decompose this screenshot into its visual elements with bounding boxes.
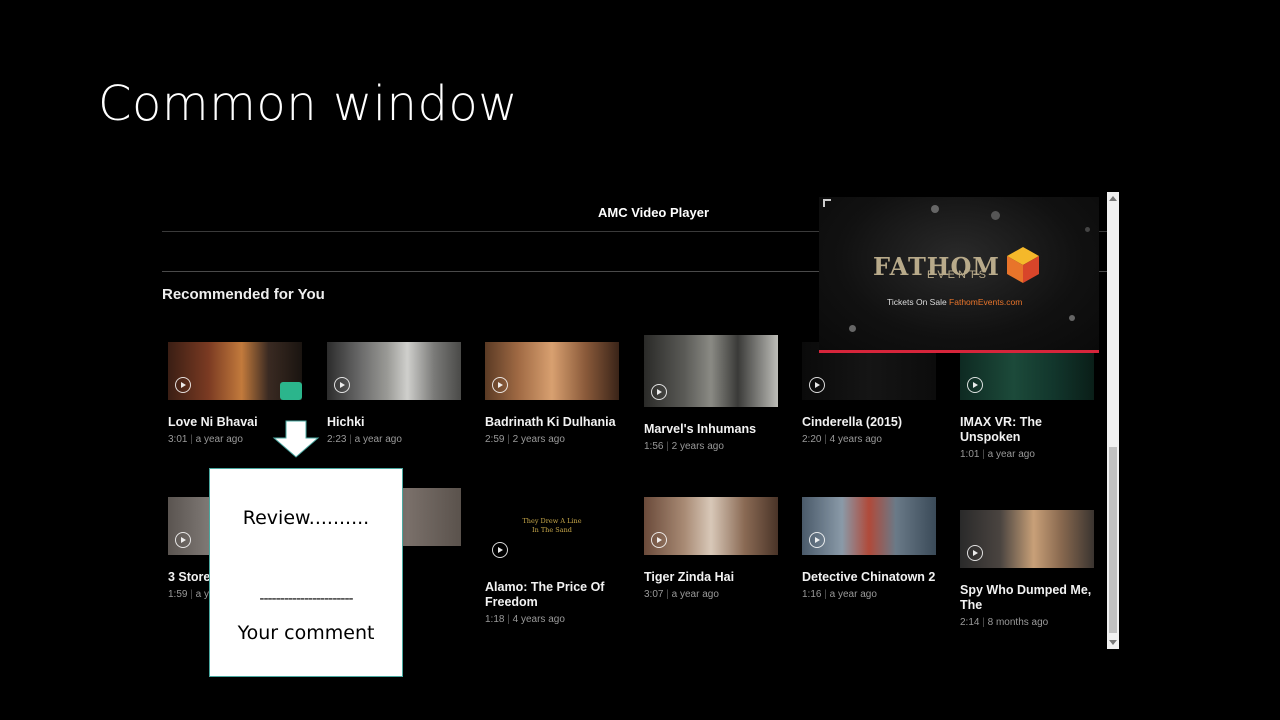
scroll-down-arrow-icon[interactable] (1109, 640, 1117, 645)
video-thumbnail[interactable] (327, 342, 461, 400)
vertical-scrollbar[interactable] (1107, 192, 1119, 649)
play-icon[interactable] (651, 532, 667, 548)
video-card[interactable]: Marvel's Inhumans 1:56 | 2 years ago (644, 335, 780, 452)
video-meta: 2:59 | 2 years ago (485, 434, 565, 445)
video-duration: 1:59 (168, 589, 188, 600)
scroll-up-arrow-icon[interactable] (1109, 196, 1117, 201)
video-thumbnail[interactable] (485, 342, 619, 400)
review-panel: Review.......... -----------------------… (209, 468, 403, 677)
video-thumbnail[interactable] (168, 342, 302, 400)
fathom-cube-icon (1007, 247, 1039, 283)
video-meta: 2:20 | 4 years ago (802, 434, 882, 445)
video-age: a y (195, 589, 209, 600)
video-card[interactable]: Tiger Zinda Hai 3:07 | a year ago (644, 497, 780, 600)
play-icon[interactable] (492, 377, 508, 393)
video-title[interactable]: Alamo: The Price Of Freedom (485, 580, 621, 610)
video-age: a year ago (195, 434, 243, 445)
video-duration: 3:01 (168, 434, 188, 445)
video-title[interactable]: Spy Who Dumped Me, The (960, 583, 1096, 613)
section-title: Recommended for You (162, 286, 325, 303)
play-icon[interactable] (334, 377, 350, 393)
play-icon[interactable] (175, 377, 191, 393)
video-meta: 1:01 | a year ago (960, 449, 1035, 460)
video-title[interactable]: Cinderella (2015) (802, 415, 938, 430)
video-card[interactable]: Hichki 2:23 | a year ago (327, 342, 463, 445)
video-meta: 1:16 | a year ago (802, 589, 877, 600)
review-divider: ----------------------- (259, 591, 353, 607)
video-card[interactable]: Badrinath Ki Dulhania 2:59 | 2 years ago (485, 342, 621, 445)
slide-title: Common window (98, 76, 519, 132)
comment-field[interactable]: Your comment (210, 622, 402, 644)
badge (280, 382, 302, 400)
video-age: a year ago (671, 589, 719, 600)
video-age: 4 years ago (829, 434, 882, 445)
decor-dot (991, 211, 1000, 220)
play-icon[interactable] (492, 542, 508, 558)
decor-dot (1069, 315, 1075, 321)
scroll-thumb[interactable] (1109, 447, 1117, 633)
video-title[interactable]: Badrinath Ki Dulhania (485, 415, 621, 430)
video-duration: 3:07 (644, 589, 664, 600)
play-icon[interactable] (967, 545, 983, 561)
ad-tagline: Tickets On Sale FathomEvents.com (887, 297, 1022, 307)
video-meta: 2:23 | a year ago (327, 434, 402, 445)
video-duration: 1:16 (802, 589, 822, 600)
down-arrow-icon (272, 420, 320, 458)
video-thumbnail[interactable] (802, 497, 936, 555)
video-thumbnail[interactable] (644, 497, 778, 555)
video-title[interactable]: Detective Chinatown 2 (802, 570, 938, 585)
decor-dot (931, 205, 939, 213)
video-card[interactable]: Spy Who Dumped Me, The 2:14 | 8 months a… (960, 510, 1096, 628)
video-duration: 2:23 (327, 434, 347, 445)
video-title[interactable]: Hichki (327, 415, 463, 430)
decor-dot (1085, 227, 1090, 232)
video-card[interactable]: Detective Chinatown 2 1:16 | a year ago (802, 497, 938, 600)
video-thumbnail[interactable] (960, 510, 1094, 568)
ad-logo-subtext: EVENTS (927, 269, 990, 281)
video-card[interactable]: IMAX VR: The Unspoken 1:01 | a year ago (960, 342, 1096, 460)
video-age: a year ago (987, 449, 1035, 460)
video-thumbnail[interactable]: They Drew A Line In The Sand (485, 507, 619, 565)
video-age: a year ago (829, 589, 877, 600)
play-icon[interactable] (967, 377, 983, 393)
video-age: a year ago (354, 434, 402, 445)
video-duration: 1:56 (644, 441, 664, 452)
video-duration: 2:59 (485, 434, 505, 445)
video-meta: 1:18 | 4 years ago (485, 614, 565, 625)
video-card[interactable]: Cinderella (2015) 2:20 | 4 years ago (802, 342, 938, 445)
video-meta: 1:56 | 2 years ago (644, 441, 724, 452)
thumbnail-text: They Drew A Line In The Sand (522, 517, 582, 534)
play-icon[interactable] (809, 532, 825, 548)
video-meta: 2:14 | 8 months ago (960, 617, 1049, 628)
video-age: 2 years ago (671, 441, 724, 452)
video-duration: 2:14 (960, 617, 980, 628)
app-title: AMC Video Player (598, 205, 710, 220)
play-icon[interactable] (809, 377, 825, 393)
ad-corner-icon (823, 199, 831, 207)
play-icon[interactable] (175, 532, 191, 548)
video-card[interactable]: They Drew A Line In The Sand Alamo: The … (485, 507, 621, 625)
video-title[interactable]: Tiger Zinda Hai (644, 570, 780, 585)
ad-tagline-prefix: Tickets On Sale (887, 297, 950, 307)
decor-dot (849, 325, 856, 332)
video-title[interactable]: IMAX VR: The Unspoken (960, 415, 1096, 445)
video-duration: 1:01 (960, 449, 980, 460)
video-age: 2 years ago (512, 434, 565, 445)
ad-tagline-link[interactable]: FathomEvents.com (949, 297, 1022, 307)
video-age: 8 months ago (987, 617, 1049, 628)
play-icon[interactable] (651, 384, 667, 400)
review-title: Review.......... (242, 507, 370, 529)
video-meta: 3:07 | a year ago (644, 589, 719, 600)
video-duration: 2:20 (802, 434, 822, 445)
video-duration: 1:18 (485, 614, 505, 625)
video-title[interactable]: Marvel's Inhumans (644, 422, 780, 437)
fathom-events-ad[interactable]: FATHOM EVENTS Tickets On Sale FathomEven… (819, 197, 1099, 353)
video-thumbnail[interactable] (644, 335, 778, 407)
video-age: 4 years ago (512, 614, 565, 625)
